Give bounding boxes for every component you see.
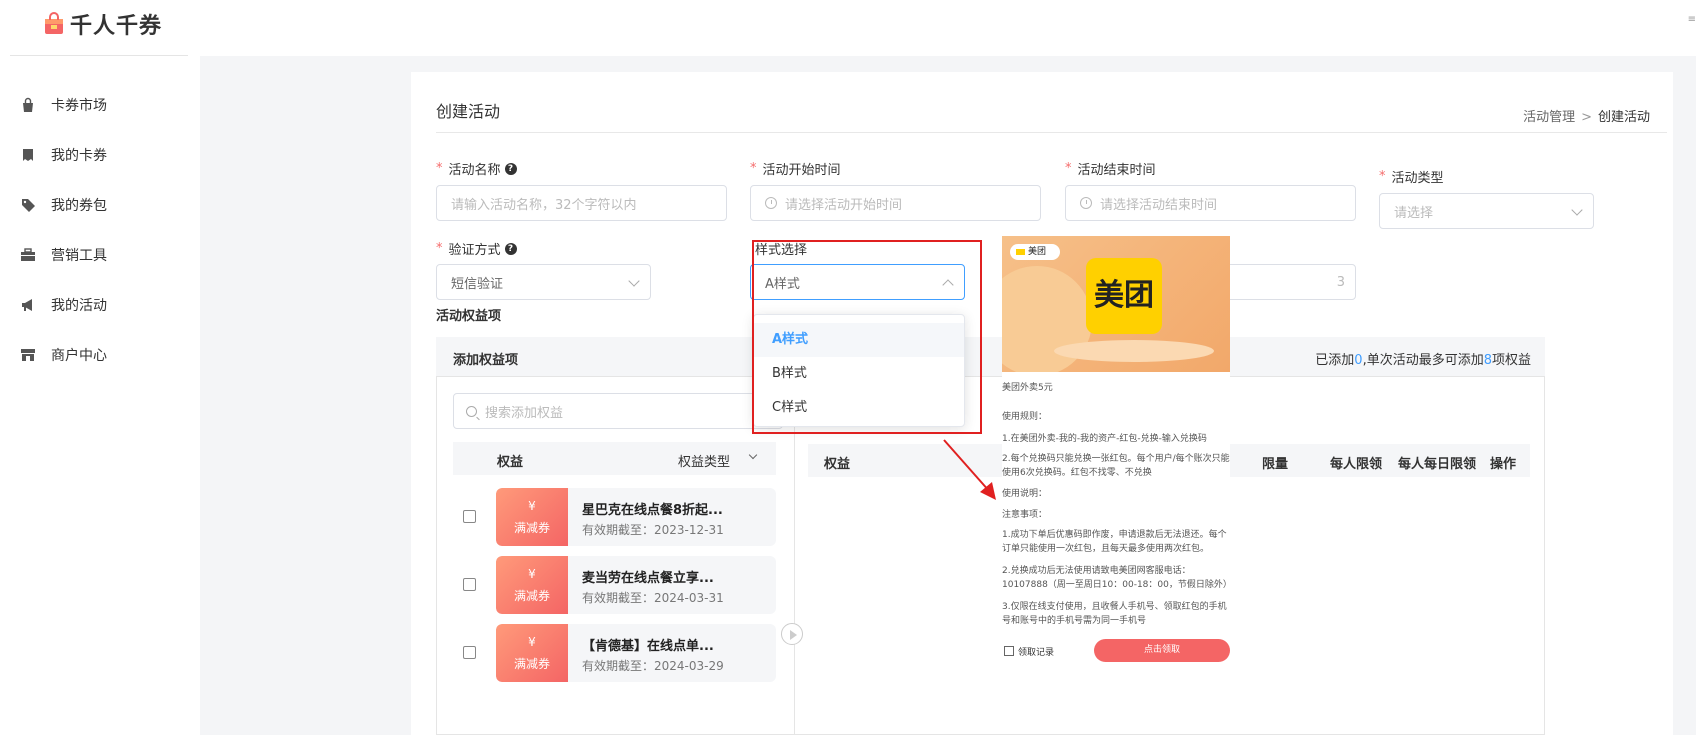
preview-line: 1.成功下单后优惠码即作废，申请退款后无法退还。每个订单只能使用一次红包，且每天… <box>1002 530 1227 554</box>
chevron-down-icon <box>628 275 640 287</box>
coupon-expiry: 有效期截至：2023-12-31 <box>582 523 724 537</box>
coupon-checkbox[interactable] <box>463 646 476 659</box>
breadcrumb-parent[interactable]: 活动管理 <box>1523 110 1575 125</box>
sidebar-item-my-activities[interactable]: 我的活动 <box>0 285 200 325</box>
bag-icon <box>23 97 33 112</box>
chevron-down-icon[interactable] <box>748 450 758 460</box>
end-time-picker[interactable]: 请选择活动结束时间 <box>1065 185 1356 221</box>
sidebar: 卡券市场 我的卡券 我的券包 营销工具 我的活动 商户中心 <box>0 56 200 735</box>
verify-method-label: * 验证方式? <box>436 239 517 258</box>
coupon-checkbox[interactable] <box>463 578 476 591</box>
sidebar-item-label: 商户中心 <box>51 348 107 364</box>
preview-line: 使用说明： <box>1002 489 1048 499</box>
sidebar-item-label: 我的券包 <box>51 198 107 214</box>
page-title: 创建活动 <box>436 102 501 121</box>
list-item: ¥ 满减券 【肯德基】在线点单... 有效期截至：2024-03-29 <box>453 624 776 682</box>
meituan-logo: 美团 <box>1086 258 1162 334</box>
shopping-bag-icon <box>45 12 63 34</box>
claim-button[interactable]: 点击领取 <box>1094 639 1230 662</box>
app-logo[interactable]: 千人千券 <box>42 8 162 40</box>
end-time-label: * 活动结束时间 <box>1065 161 1156 178</box>
start-time-label: * 活动开始时间 <box>750 161 841 178</box>
coupon-checkbox[interactable] <box>463 510 476 523</box>
partially-hidden-input[interactable]: 3 <box>1225 264 1356 300</box>
activity-type-label: * 活动类型 <box>1379 169 1444 186</box>
col-per-person-daily: 每人每日限领 <box>1398 457 1477 472</box>
col-benefit-type-filter[interactable]: 权益类型 <box>678 451 730 470</box>
clock-icon <box>1080 197 1092 209</box>
preview-banner: 美团 美团 <box>1002 236 1230 372</box>
preview-line: 2.兑换成功后无法使用请致电美团网客服电话：10107888（周一至周日10：0… <box>1002 566 1232 590</box>
help-icon[interactable]: ? <box>504 242 517 255</box>
top-bar: 千人千券 ≡ <box>0 0 1696 56</box>
benefit-count-info: 已添加0,单次活动最多可添加8项权益 <box>1315 353 1531 368</box>
coupon-tag: ¥ 满减券 <box>496 488 571 546</box>
app-name: 千人千券 <box>70 14 163 39</box>
coupon-card[interactable]: ¥ 满减券 麦当劳在线点餐立享... 有效期截至：2024-03-31 <box>496 556 776 614</box>
title-divider <box>436 132 1667 133</box>
megaphone-icon <box>22 299 32 311</box>
coupon-tag: ¥ 满减券 <box>496 556 571 614</box>
store-icon <box>21 349 35 361</box>
style-preview-card: 美团 美团 美团外卖5元 使用规则： 1.在美团外卖-我的-我的资产-红包-兑换… <box>1002 236 1232 668</box>
verify-method-select[interactable]: 短信验证 <box>436 264 651 300</box>
sidebar-item-marketing-tools[interactable]: 营销工具 <box>0 235 200 275</box>
preview-title: 美团外卖5元 <box>1002 383 1053 393</box>
ticket-icon <box>23 149 33 161</box>
list-item: ¥ 满减券 星巴克在线点餐8折起... 有效期截至：2023-12-31 <box>453 488 776 546</box>
breadcrumb-separator: > <box>1581 110 1592 125</box>
left-table-header: 权益 权益类型 <box>453 442 776 475</box>
preview-line: 2.每个兑换码只能兑换一张红包。每个用户/每个账次只能使用6次兑换码。红包不找零… <box>1002 454 1230 478</box>
sidebar-item-card-market[interactable]: 卡券市场 <box>0 85 200 125</box>
activity-type-select[interactable]: 请选择 <box>1379 193 1594 229</box>
sidebar-item-label: 我的卡券 <box>51 148 107 164</box>
list-item: ¥ 满减券 麦当劳在线点餐立享... 有效期截至：2024-03-31 <box>453 556 776 614</box>
preview-line: 使用规则： <box>1002 412 1048 422</box>
coupon-name: 麦当劳在线点餐立享... <box>582 571 714 586</box>
clock-icon <box>765 197 777 209</box>
col-benefit: 权益 <box>497 455 524 470</box>
activity-name-label: * 活动名称? <box>436 159 517 178</box>
sidebar-item-label: 卡券市场 <box>51 98 107 114</box>
brand-tag: 美团 <box>1010 244 1060 260</box>
briefcase-icon <box>21 248 35 261</box>
chevron-down-icon <box>1571 204 1583 216</box>
coupon-card[interactable]: ¥ 满减券 星巴克在线点餐8折起... 有效期截至：2023-12-31 <box>496 488 776 546</box>
search-icon <box>466 405 477 417</box>
breadcrumb-current: 创建活动 <box>1597 110 1650 125</box>
tag-icon <box>22 199 35 212</box>
claim-record-link[interactable]: 领取记录 <box>1018 645 1054 658</box>
coupon-tag: ¥ 满减券 <box>496 624 571 682</box>
transfer-arrow-button[interactable] <box>781 623 803 645</box>
preview-line: 1.在美团外卖-我的-我的资产-红包-兑换-输入兑换码 <box>1002 434 1207 444</box>
sidebar-item-label: 营销工具 <box>51 248 107 264</box>
col-limit: 限量 <box>1262 457 1289 472</box>
preview-line: 3.仅限在线支付使用，且收餐人手机号、领取红包的手机号和账号中的手机号需为同一手… <box>1002 602 1227 626</box>
coupon-card[interactable]: ¥ 满减券 【肯德基】在线点单... 有效期截至：2024-03-29 <box>496 624 776 682</box>
annotation-highlight-box <box>752 240 982 434</box>
sidebar-item-my-wallet[interactable]: 我的券包 <box>0 185 200 225</box>
edge-indicator: ≡ <box>1687 14 1696 25</box>
col-per-person: 每人限领 <box>1330 457 1383 472</box>
help-icon[interactable]: ? <box>504 162 517 175</box>
coupon-expiry: 有效期截至：2024-03-31 <box>582 591 724 605</box>
coupon-name: 星巴克在线点餐8折起... <box>582 503 723 518</box>
sidebar-item-my-cards[interactable]: 我的卡券 <box>0 135 200 175</box>
preview-line: 注意事项： <box>1002 510 1048 520</box>
sidebar-item-label: 我的活动 <box>51 298 107 314</box>
col-benefit: 权益 <box>824 457 851 472</box>
benefits-section-title: 活动权益项 <box>436 309 502 324</box>
activity-name-input[interactable]: 请输入活动名称，32个字符以内 <box>436 185 727 221</box>
coupon-expiry: 有效期截至：2024-03-29 <box>582 659 724 673</box>
col-action: 操作 <box>1490 457 1517 472</box>
benefit-search-input[interactable]: 搜索添加权益 <box>453 393 783 429</box>
breadcrumb: 活动管理 > 创建活动 <box>1523 106 1650 125</box>
coupon-name: 【肯德基】在线点单... <box>582 639 714 654</box>
panel-title: 添加权益项 <box>453 353 519 368</box>
record-icon <box>1004 646 1014 656</box>
sidebar-item-merchant-center[interactable]: 商户中心 <box>0 335 200 375</box>
benefits-panel-header: 添加权益项 已添加0,单次活动最多可添加8项权益 <box>436 337 1545 377</box>
start-time-picker[interactable]: 请选择活动开始时间 <box>750 185 1041 221</box>
annotation-arrow-icon <box>943 439 996 500</box>
